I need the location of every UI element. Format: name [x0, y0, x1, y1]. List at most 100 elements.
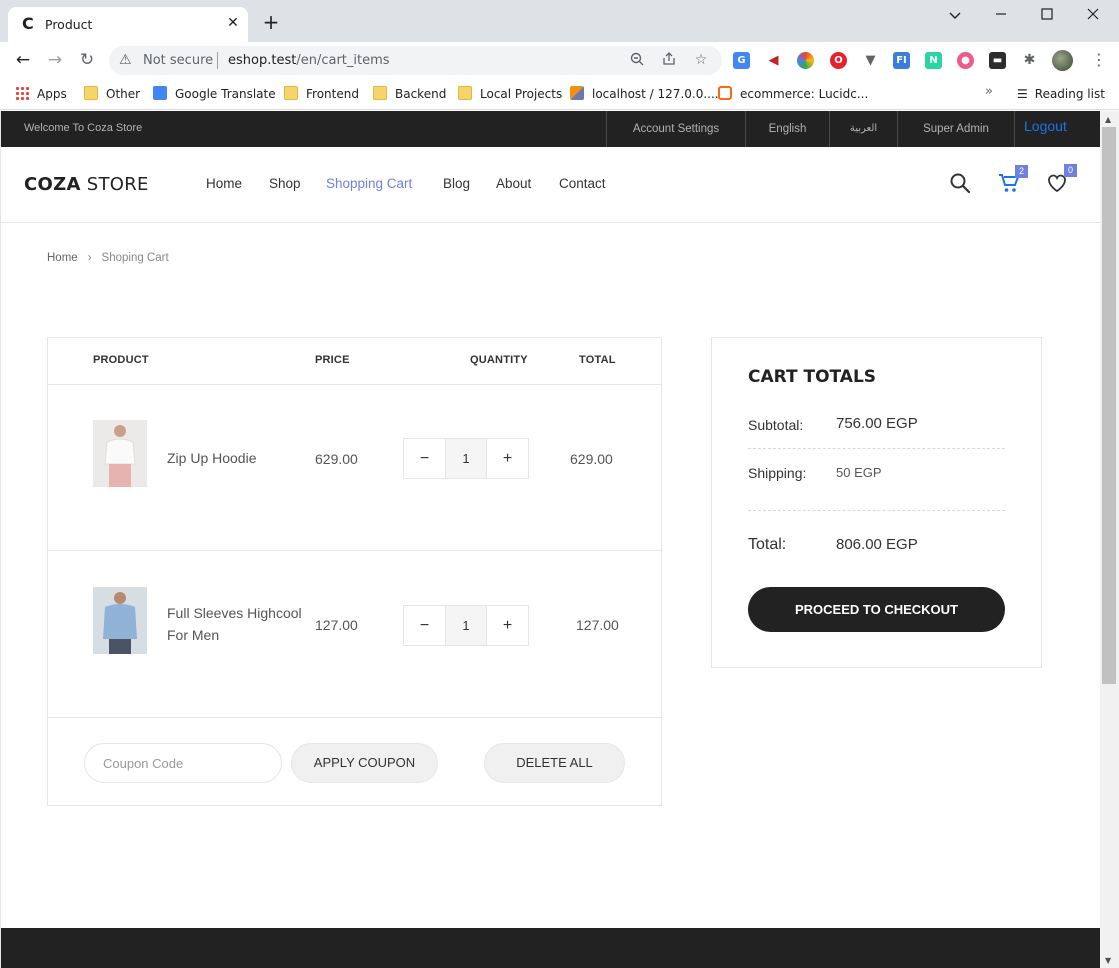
bookmark-label: Apps — [37, 87, 67, 101]
bookmark-star-icon[interactable]: ☆ — [693, 52, 709, 68]
total-label: Total: — [748, 536, 787, 553]
back-icon[interactable]: ← — [12, 50, 34, 70]
bookmark-label: Local Projects — [480, 87, 563, 101]
address-bar[interactable]: ⚠ Not secure eshop.test/en/cart_items ☆ — [109, 46, 722, 75]
decrease-quantity-button[interactable]: − — [404, 606, 445, 645]
shipping-label: Shipping: — [748, 465, 807, 481]
subtotal-value: 756.00 EGP — [836, 415, 918, 432]
logo-bold-text: COZA — [24, 174, 81, 195]
nav-blog[interactable]: Blog — [443, 176, 470, 191]
folder-icon — [373, 86, 387, 100]
close-window-icon[interactable] — [1081, 6, 1105, 24]
fi-extension-icon[interactable]: FI — [893, 52, 910, 69]
bookmark-apps[interactable]: Apps — [15, 84, 67, 104]
account-settings-link[interactable]: Account Settings — [606, 111, 745, 147]
vue-devtools-extension-icon[interactable]: ▼ — [862, 52, 879, 69]
share-icon[interactable] — [661, 52, 677, 70]
tab-search-chevron-icon[interactable] — [943, 6, 967, 24]
omnibox-divider — [217, 52, 218, 69]
row-divider — [48, 717, 661, 718]
increase-quantity-button[interactable]: + — [487, 606, 528, 645]
subtotal-label: Subtotal: — [748, 417, 804, 433]
scroll-up-arrow-icon[interactable]: ▲ — [1105, 115, 1111, 124]
welcome-text: Welcome To Coza Store — [24, 122, 143, 134]
apps-grid-icon — [15, 86, 29, 100]
total-value: 806.00 EGP — [836, 536, 918, 553]
scroll-down-arrow-icon[interactable]: ▼ — [1105, 956, 1111, 965]
product-image-zip-up-hoodie[interactable] — [93, 420, 147, 487]
quantity-input[interactable]: 1 — [445, 439, 487, 478]
product-name[interactable]: Zip Up Hoodie — [167, 447, 312, 469]
more-bookmarks-icon[interactable]: » — [985, 84, 993, 99]
column-header-price: PRICE — [315, 354, 350, 366]
extensions-puzzle-icon[interactable]: ✱ — [1021, 52, 1038, 69]
bookmark-label: Google Translate — [175, 87, 276, 101]
bookmark-label: Frontend — [306, 87, 359, 101]
reading-list-button[interactable]: ☰ Reading list — [1017, 84, 1105, 104]
bookmark-other[interactable]: Other — [84, 84, 140, 104]
column-header-total: TOTAL — [579, 354, 616, 366]
browser-tab[interactable]: C Product ✕ — [8, 7, 248, 42]
breadcrumb-home[interactable]: Home — [47, 252, 78, 264]
dashed-divider — [748, 510, 1005, 511]
google-translate-extension-icon[interactable]: G — [733, 52, 750, 69]
close-tab-icon[interactable]: ✕ — [225, 15, 241, 31]
wishlist-count-badge: 0 — [1064, 164, 1077, 177]
coupon-code-input[interactable] — [84, 743, 282, 783]
bookmark-local-projects[interactable]: Local Projects — [458, 84, 562, 104]
increase-quantity-button[interactable]: + — [487, 439, 528, 478]
bookmark-frontend[interactable]: Frontend — [284, 84, 359, 104]
zoom-icon[interactable] — [629, 52, 645, 70]
apply-coupon-button[interactable]: APPLY COUPON — [291, 743, 438, 783]
nav-shopping-cart[interactable]: Shopping Cart — [326, 176, 412, 191]
folder-icon — [458, 86, 472, 100]
super-admin-link[interactable]: Super Admin — [897, 111, 1015, 147]
cart-count-badge: 2 — [1015, 165, 1028, 178]
forward-icon[interactable]: → — [44, 50, 66, 70]
mask-extension-icon[interactable]: ▬ — [989, 52, 1006, 69]
site-logo[interactable]: COZA STORE — [24, 174, 149, 195]
breadcrumb-current: Shoping Cart — [101, 252, 169, 264]
nav-home[interactable]: Home — [206, 176, 242, 191]
product-image-full-sleeves[interactable] — [93, 587, 147, 654]
nav-shop[interactable]: Shop — [269, 176, 301, 191]
page-scrollbar[interactable]: ▲ ▼ — [1100, 111, 1119, 968]
english-language-link[interactable]: English — [745, 111, 829, 147]
logout-link[interactable]: Logout — [1024, 118, 1067, 134]
opera-extension-icon[interactable]: O — [830, 52, 847, 69]
minimize-icon[interactable] — [989, 6, 1013, 24]
bookmark-backend[interactable]: Backend — [373, 84, 446, 104]
profile-avatar[interactable] — [1052, 50, 1073, 71]
maximize-icon[interactable] — [1035, 6, 1059, 24]
product-name[interactable]: Full Sleeves Highcool For Men — [167, 602, 312, 646]
lucidchart-icon — [718, 86, 732, 100]
url-host: eshop.test — [228, 53, 297, 68]
bookmark-label: Other — [106, 87, 141, 101]
search-icon[interactable] — [949, 172, 973, 196]
color-picker-extension-icon[interactable] — [797, 52, 814, 69]
new-tab-icon[interactable]: + — [262, 12, 280, 32]
browser-menu-icon[interactable]: ⋮ — [1091, 50, 1107, 69]
quantity-input[interactable]: 1 — [445, 606, 487, 645]
bookmark-google-translate[interactable]: Google Translate — [153, 84, 276, 104]
row-divider — [48, 384, 661, 385]
octopus-extension-icon[interactable]: ● — [957, 52, 974, 69]
arabic-language-link[interactable]: العربية — [829, 111, 897, 147]
bookmark-label: ecommerce: Lucidc... — [740, 87, 869, 101]
column-header-product: PRODUCT — [93, 354, 149, 366]
reload-icon[interactable]: ↻ — [76, 50, 98, 70]
line-total: 127.00 — [576, 617, 619, 633]
bookmark-phpmyadmin[interactable]: localhost / 127.0.0.... — [570, 84, 719, 104]
dashed-divider — [748, 448, 1005, 449]
megaphone-extension-icon[interactable]: ◀ — [765, 52, 782, 69]
nav-about[interactable]: About — [496, 176, 531, 191]
delete-all-button[interactable]: DELETE ALL — [484, 743, 625, 783]
bookmark-lucidchart[interactable]: ecommerce: Lucidc... — [718, 84, 868, 104]
decrease-quantity-button[interactable]: − — [404, 439, 445, 478]
folder-icon — [284, 86, 298, 100]
scrollbar-thumb[interactable] — [1102, 127, 1116, 684]
proceed-to-checkout-button[interactable]: PROCEED TO CHECKOUT — [748, 587, 1005, 632]
site-favicon-icon: C — [22, 14, 34, 33]
nav-contact[interactable]: Contact — [559, 176, 606, 191]
n-extension-icon[interactable]: N — [925, 52, 942, 69]
